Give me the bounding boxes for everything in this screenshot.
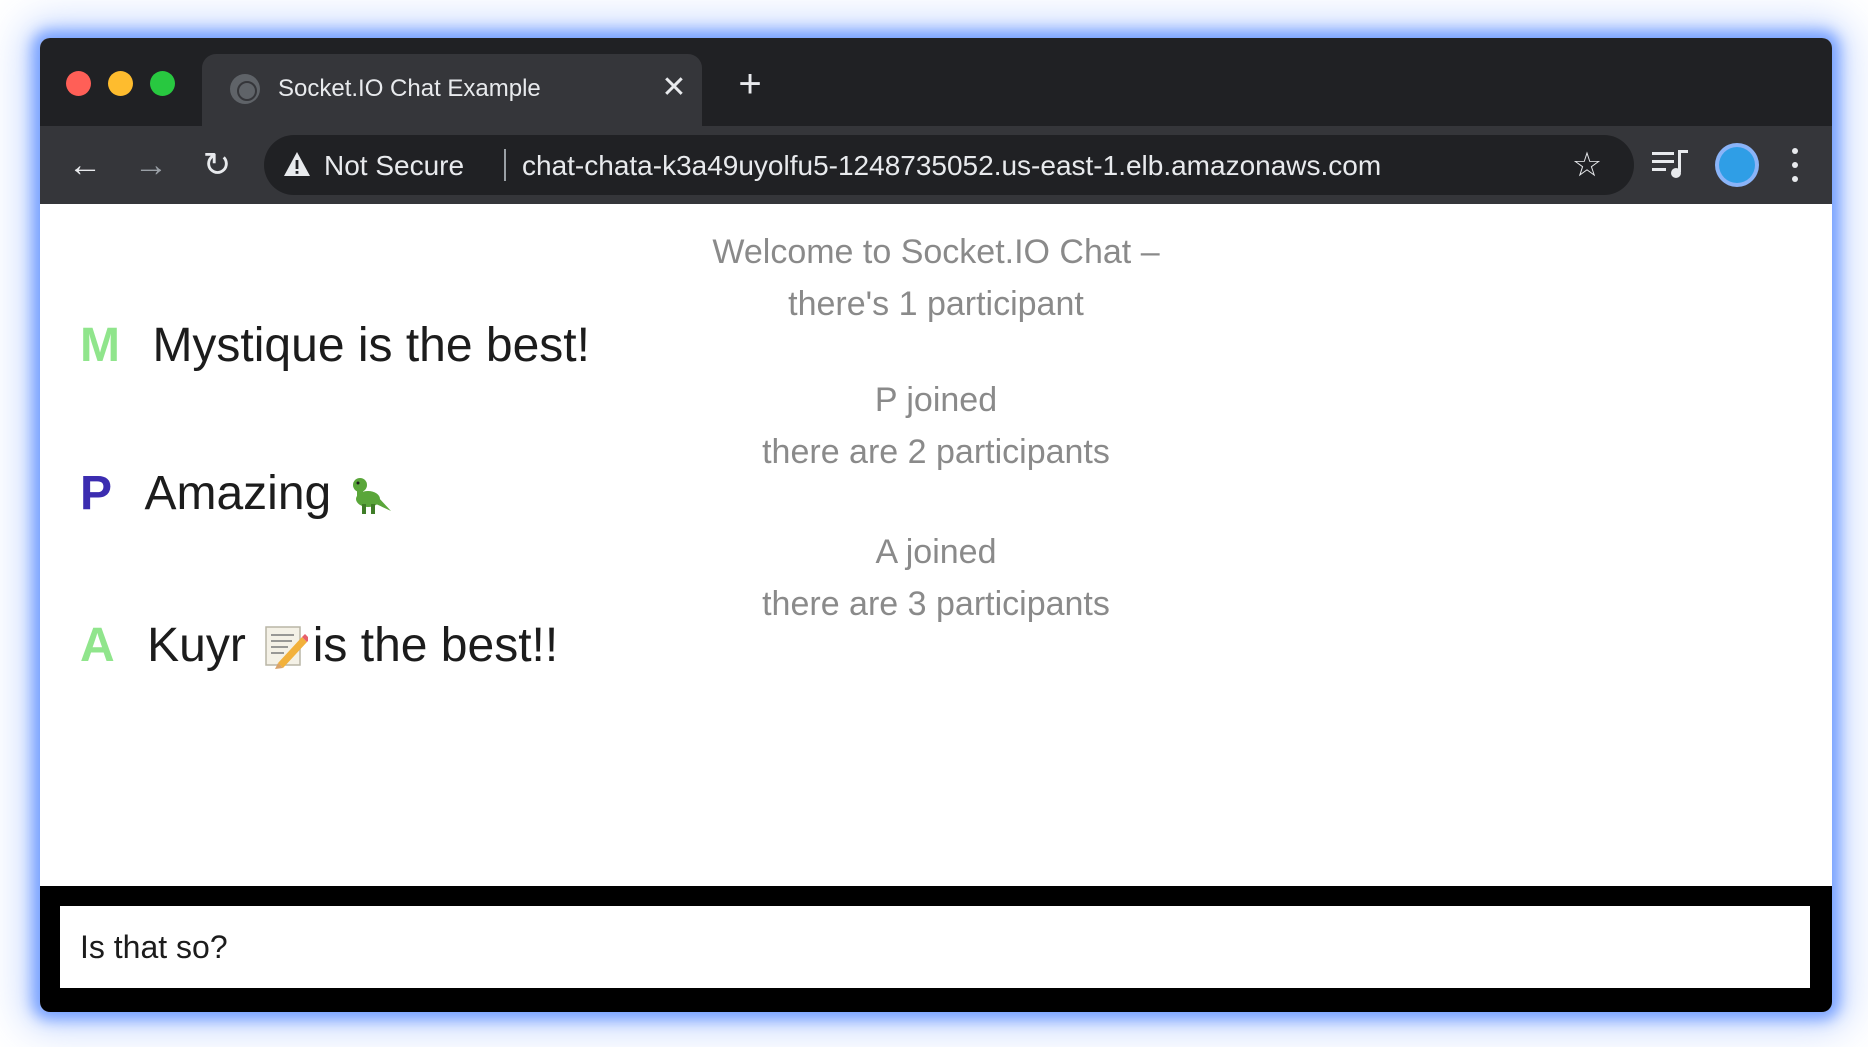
new-tab-button[interactable]: +: [728, 64, 772, 108]
system-message-welcome: Welcome to Socket.IO Chat – there's 1 pa…: [40, 226, 1832, 330]
chat-message: P Amazing: [80, 464, 392, 524]
media-queue-icon[interactable]: [1650, 148, 1690, 182]
system-message-line: A joined: [875, 533, 997, 571]
chat-message: M Mystique is the best!: [80, 316, 590, 376]
menu-dot: [1792, 162, 1798, 168]
system-message-line: P joined: [874, 381, 998, 419]
message-text: Mystique is the best!: [152, 319, 590, 372]
system-message-join: P joined there are 2 participants: [40, 374, 1832, 478]
close-tab-icon[interactable]: ✕: [654, 68, 694, 108]
security-label[interactable]: Not Secure: [324, 150, 464, 182]
warning-icon[interactable]: [282, 149, 312, 179]
omnibox-divider: [504, 149, 506, 181]
message-text: Kuyr: [147, 619, 246, 672]
browser-toolbar: ← → ↻ Not Secure chat-chata-k3a49uyolfu5…: [40, 126, 1832, 204]
menu-dot: [1792, 176, 1798, 182]
user-initial: A: [80, 619, 115, 672]
kebab-menu-icon[interactable]: [1780, 142, 1810, 188]
tab-strip: Socket.IO Chat Example ✕ +: [40, 38, 1832, 126]
globe-icon: [230, 74, 260, 104]
message-text-continuation: is the best!!: [312, 619, 559, 672]
user-initial: P: [80, 467, 113, 520]
url-text[interactable]: chat-chata-k3a49uyolfu5-1248735052.us-ea…: [522, 150, 1381, 182]
system-message-join: A joined there are 3 participants: [40, 526, 1832, 630]
chat-message: A Kuyr is the best!!: [80, 616, 558, 676]
menu-dot: [1792, 148, 1798, 154]
back-button[interactable]: ←: [60, 140, 110, 190]
browser-window: Socket.IO Chat Example ✕ + ← → ↻ Not Sec…: [40, 38, 1832, 1012]
minimize-window-button[interactable]: [108, 71, 133, 96]
chat-content: Welcome to Socket.IO Chat – there's 1 pa…: [40, 204, 1832, 924]
bookmark-star-icon[interactable]: ☆: [1567, 145, 1607, 185]
user-initial: M: [80, 319, 120, 372]
system-message-line: Welcome to Socket.IO Chat –: [712, 233, 1160, 271]
address-bar[interactable]: Not Secure chat-chata-k3a49uyolfu5-12487…: [264, 135, 1634, 195]
forward-button[interactable]: →: [126, 140, 176, 190]
profile-avatar[interactable]: [1715, 143, 1759, 187]
reload-button[interactable]: ↻: [192, 140, 242, 190]
message-input[interactable]: [60, 906, 1810, 988]
tab-socketio-chat[interactable]: Socket.IO Chat Example ✕: [202, 54, 702, 126]
close-window-button[interactable]: [66, 71, 91, 96]
dinosaur-emoji-icon: [352, 478, 391, 514]
message-text: Amazing: [144, 467, 332, 520]
tab-title: Socket.IO Chat Example: [278, 75, 541, 102]
maximize-window-button[interactable]: [150, 71, 175, 96]
composer-bar: [40, 886, 1832, 1012]
memo-emoji-icon: [265, 626, 309, 669]
